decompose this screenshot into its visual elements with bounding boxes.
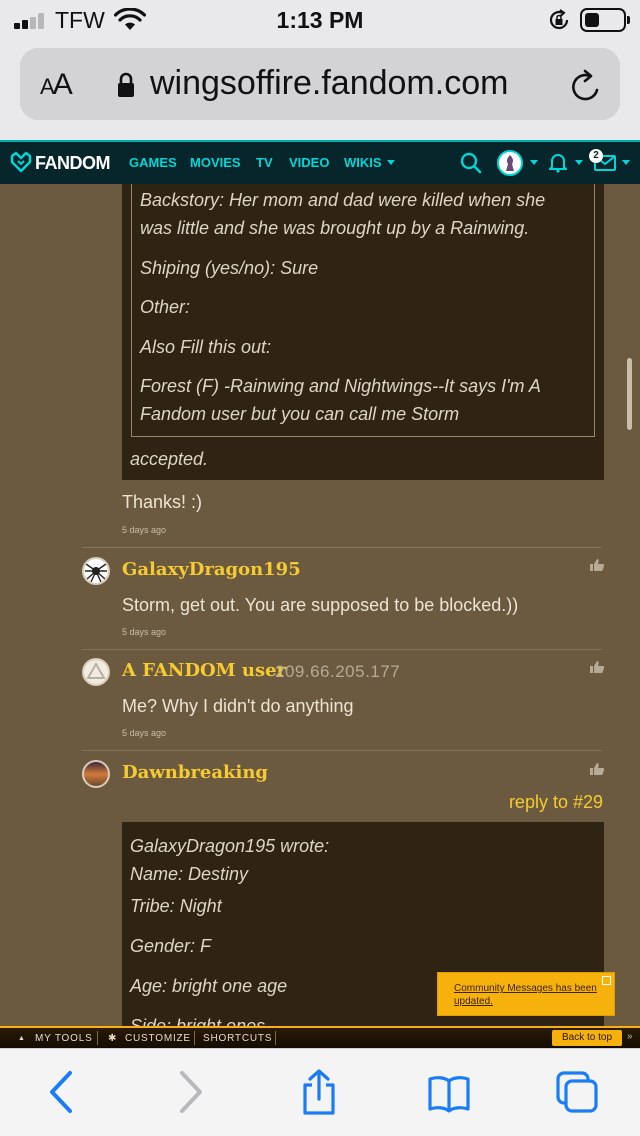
- divider: [194, 1031, 195, 1045]
- browser-address-area: AA wingsoffire.fandom.com: [0, 40, 640, 140]
- nav-movies[interactable]: MOVIES: [190, 155, 241, 170]
- chevrons-icon[interactable]: »: [627, 1031, 633, 1042]
- avatar[interactable]: [82, 760, 110, 788]
- nav-games[interactable]: GAMES: [129, 155, 177, 170]
- quote-line: Shiping (yes/no): Sure: [140, 258, 319, 278]
- chevron-down-icon[interactable]: [530, 160, 538, 165]
- divider: [82, 750, 602, 751]
- customize-button[interactable]: CUSTOMIZE: [125, 1033, 191, 1044]
- url-text[interactable]: wingsoffire.fandom.com: [150, 64, 508, 103]
- text-size-button[interactable]: AA: [40, 68, 73, 102]
- comment-username[interactable]: A FANDOM user: [122, 660, 286, 681]
- nav-wikis[interactable]: WIKIS: [344, 155, 382, 170]
- carrier-label: TFW: [55, 7, 105, 33]
- fandom-logo-text[interactable]: FANDOM: [35, 153, 111, 174]
- comments-content: Backstory: Her mom and dad were killed w…: [0, 184, 640, 1026]
- community-messages-toast[interactable]: Community Messages has been updated.: [437, 972, 615, 1016]
- bookmarks-icon[interactable]: [428, 1069, 470, 1115]
- chevron-down-icon[interactable]: [622, 160, 630, 165]
- comment-text: Thanks! :): [122, 492, 203, 512]
- divider: [82, 649, 602, 650]
- share-icon[interactable]: [298, 1069, 340, 1115]
- signal-icon: [14, 13, 46, 29]
- gear-icon[interactable]: ✱: [108, 1033, 117, 1044]
- rotation-lock-icon: [549, 9, 569, 30]
- bell-icon[interactable]: [549, 151, 567, 173]
- messages-count-badge: 2: [589, 149, 603, 163]
- comment-time: 5 days ago: [122, 627, 167, 637]
- nav-video[interactable]: VIDEO: [289, 155, 329, 170]
- avatar[interactable]: [82, 658, 110, 686]
- divider: [82, 547, 602, 548]
- comment-time: 5 days ago: [122, 525, 167, 535]
- scrollbar[interactable]: [627, 358, 632, 430]
- quote-line: Other:: [140, 297, 191, 317]
- quote-header: GalaxyDragon195 wrote:: [130, 836, 330, 856]
- comment-username[interactable]: GalaxyDragon195: [122, 559, 301, 580]
- wiki-toolbar: ▲ MY TOOLS ✱ CUSTOMIZE SHORTCUTS Back to…: [0, 1026, 640, 1048]
- reply-to-link[interactable]: reply to #29: [509, 792, 603, 813]
- safari-bottom-toolbar: [0, 1048, 640, 1136]
- back-icon[interactable]: [40, 1069, 82, 1115]
- toast-text[interactable]: Community Messages has been updated.: [454, 982, 604, 1008]
- like-icon[interactable]: [589, 762, 605, 776]
- chevron-down-icon[interactable]: [387, 160, 395, 165]
- quote-line: Age: bright one age: [130, 976, 288, 996]
- divider: [97, 1031, 98, 1045]
- battery-icon: [580, 8, 630, 32]
- nav-tv[interactable]: TV: [256, 155, 273, 170]
- tabs-icon[interactable]: [556, 1069, 598, 1115]
- comment-time: 5 days ago: [122, 728, 167, 738]
- shortcuts-button[interactable]: SHORTCUTS: [203, 1033, 272, 1044]
- like-icon[interactable]: [589, 660, 605, 674]
- like-icon[interactable]: [589, 558, 605, 572]
- forward-icon[interactable]: [170, 1069, 212, 1115]
- quote-line: Gender: F: [130, 936, 212, 956]
- quote-line: was little and she was brought up by a R…: [140, 218, 530, 238]
- reload-icon[interactable]: [570, 68, 604, 104]
- user-avatar[interactable]: [497, 150, 523, 176]
- divider: [275, 1031, 276, 1045]
- comment-username[interactable]: Dawnbreaking: [122, 762, 268, 783]
- avatar[interactable]: [82, 557, 110, 585]
- quote-line: Backstory: Her mom and dad were killed w…: [140, 190, 546, 210]
- quote-line: Also Fill this out:: [140, 337, 272, 357]
- quote-line: Tribe: Night: [130, 896, 222, 916]
- close-icon[interactable]: [602, 976, 611, 985]
- quote-line: Fandom user but you can call me Storm: [140, 404, 460, 424]
- quote-line: Side: bright ones: [130, 1016, 266, 1026]
- quote-accepted: accepted.: [130, 449, 209, 469]
- lock-icon: [118, 72, 134, 97]
- chevron-down-icon[interactable]: [575, 160, 583, 165]
- comment-text: Me? Why I didn't do anything: [122, 696, 354, 716]
- comment-text: Storm, get out. You are supposed to be b…: [122, 595, 519, 615]
- address-bar[interactable]: AA wingsoffire.fandom.com: [20, 48, 620, 120]
- search-icon[interactable]: [460, 152, 482, 174]
- back-to-top-button[interactable]: Back to top: [552, 1030, 622, 1046]
- chevron-up-icon[interactable]: ▲: [18, 1035, 26, 1042]
- fandom-logo-icon[interactable]: [10, 151, 32, 173]
- status-bar: TFW 1:13 PM: [0, 0, 640, 40]
- my-tools-button[interactable]: MY TOOLS: [35, 1033, 93, 1044]
- fandom-global-nav: FANDOM GAMES MOVIES TV VIDEO WIKIS 2: [0, 140, 640, 184]
- wifi-icon: [114, 8, 146, 30]
- quote-line: Forest (F) -Rainwing and Nightwings--It …: [140, 376, 541, 396]
- quote-line: Name: Destiny: [130, 864, 249, 884]
- comment-ip[interactable]: 209.66.205.177: [275, 662, 400, 682]
